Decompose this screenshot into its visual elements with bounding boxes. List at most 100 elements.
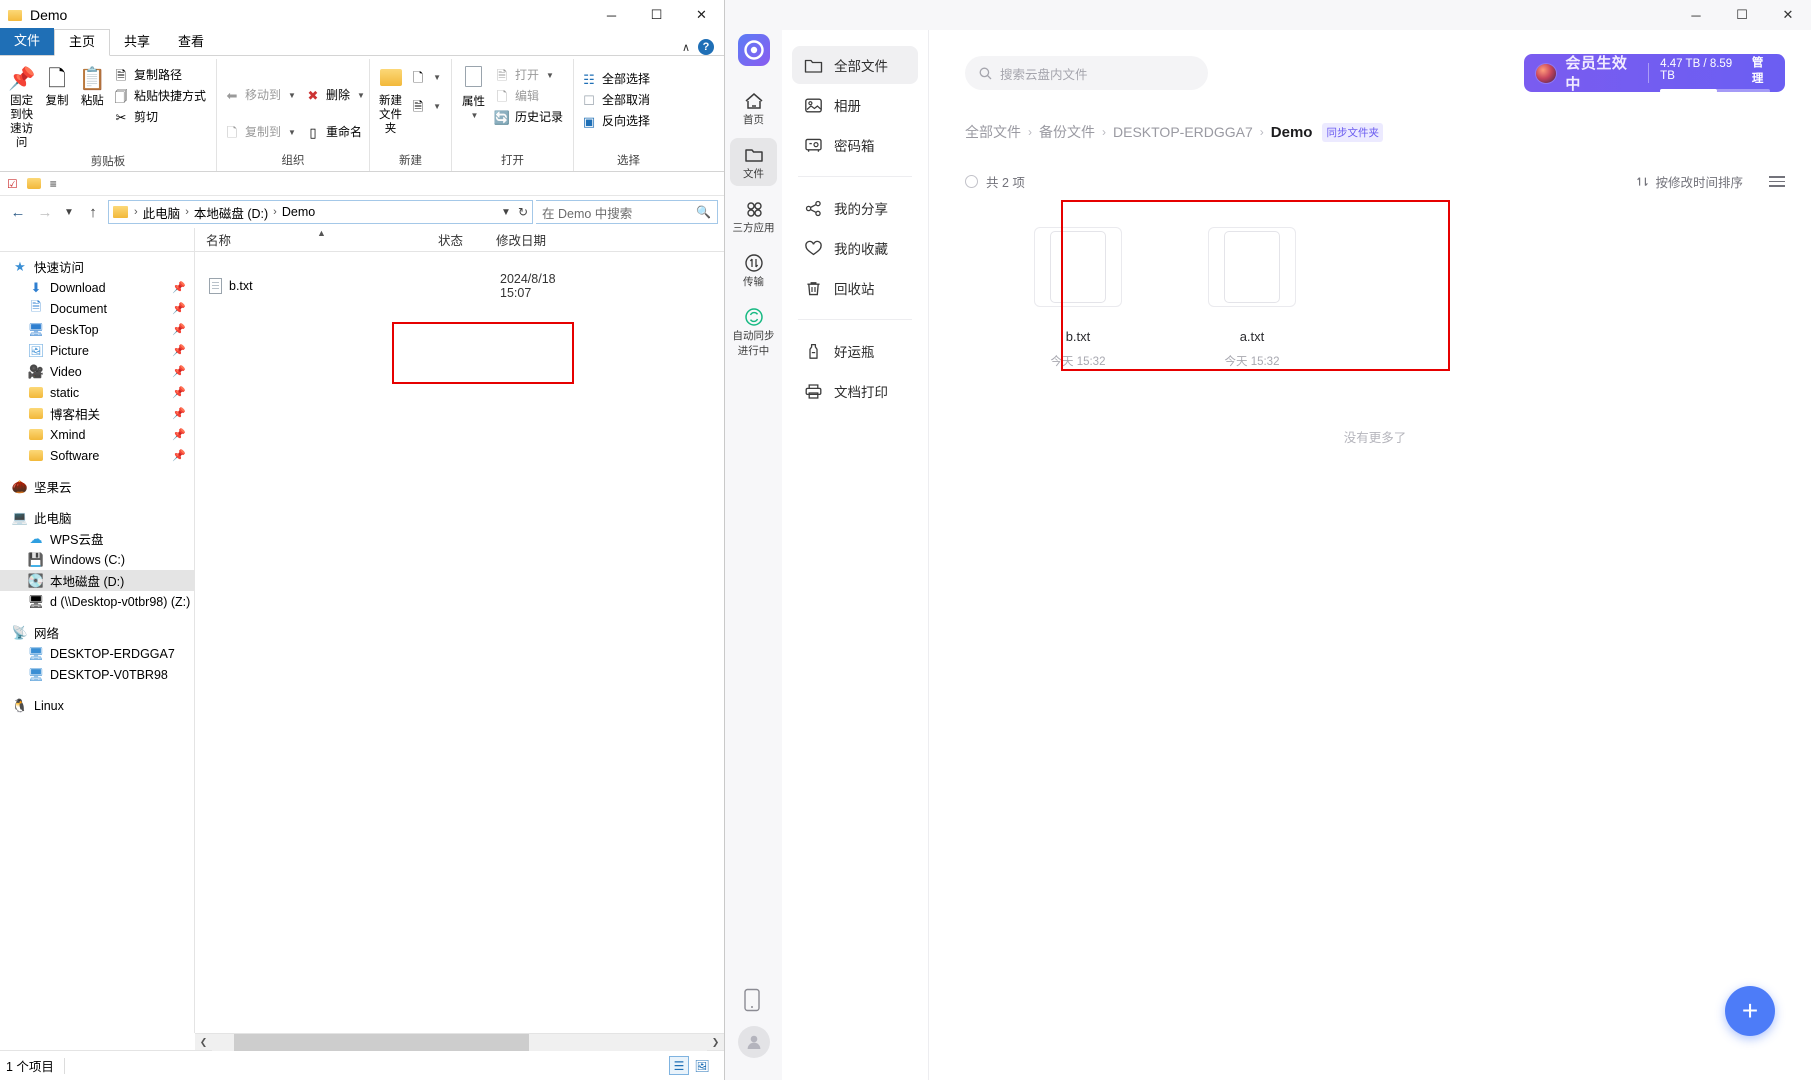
- close-button[interactable]: ✕: [679, 0, 724, 30]
- up-button[interactable]: ↑: [81, 200, 105, 224]
- maximize-button[interactable]: ☐: [634, 0, 679, 30]
- help-icon[interactable]: ?: [698, 39, 714, 55]
- rail-item-transfer[interactable]: 传输: [730, 246, 777, 294]
- tab-file[interactable]: 文件: [0, 28, 55, 55]
- chevron-up-icon[interactable]: ∧: [682, 41, 690, 54]
- tree-item-network[interactable]: 📡 网络: [0, 622, 194, 643]
- cloud-minimize-button[interactable]: ─: [1673, 0, 1719, 30]
- avatar[interactable]: [737, 1026, 770, 1058]
- file-tile[interactable]: a.txt 今天 15:32: [1187, 227, 1317, 369]
- tree-item-download[interactable]: ⬇ Download 📌: [0, 277, 194, 298]
- tree-item-static[interactable]: static 📌: [0, 382, 194, 403]
- pin-icon[interactable]: 📌: [172, 407, 186, 420]
- scroll-left-icon[interactable]: ❮: [195, 1037, 212, 1048]
- pin-icon[interactable]: 📌: [172, 386, 186, 399]
- column-header-name[interactable]: 名称: [195, 228, 427, 251]
- sidebar-item-my-shares[interactable]: 我的分享: [792, 189, 918, 227]
- easy-access-button[interactable]: 🗎 ▼: [407, 96, 447, 117]
- back-button[interactable]: ←: [6, 200, 30, 224]
- tree-item-blog[interactable]: 博客相关 📌: [0, 403, 194, 424]
- pin-icon[interactable]: 📌: [172, 281, 186, 294]
- invert-selection-button[interactable]: ▣ 反向选择: [578, 111, 656, 132]
- pin-icon[interactable]: 📌: [172, 344, 186, 357]
- sidebar-item-favorites[interactable]: 我的收藏: [792, 229, 918, 267]
- pin-icon[interactable]: 📌: [172, 302, 186, 315]
- refresh-icon[interactable]: ↻: [518, 205, 528, 219]
- breadcrumb-backup-files[interactable]: 备份文件: [1039, 122, 1095, 142]
- breadcrumb-all-files[interactable]: 全部文件: [965, 122, 1021, 142]
- rail-item-files[interactable]: 文件: [730, 138, 777, 186]
- pin-icon[interactable]: 📌: [172, 323, 186, 336]
- scroll-right-icon[interactable]: ❯: [707, 1037, 724, 1048]
- tree-item-picture[interactable]: 🖼 Picture 📌: [0, 340, 194, 361]
- paste-button[interactable]: 📋 粘贴: [75, 63, 110, 111]
- forward-button[interactable]: →: [33, 200, 57, 224]
- cloud-maximize-button[interactable]: ☐: [1719, 0, 1765, 30]
- cut-button[interactable]: ✂ 剪切: [110, 107, 212, 128]
- horizontal-scrollbar[interactable]: ❮ ❯: [195, 1033, 724, 1051]
- new-item-button[interactable]: 🗋 ▼: [407, 67, 447, 88]
- tree-item-network-drive-z[interactable]: 🖥 d (\\Desktop-v0tbr98) (Z:): [0, 591, 194, 612]
- tree-item-quick-access[interactable]: ★ 快速访问: [0, 256, 194, 277]
- tree-item-video[interactable]: 🎥 Video 📌: [0, 361, 194, 382]
- select-all-checkbox[interactable]: [965, 175, 978, 188]
- tab-home[interactable]: 主页: [54, 29, 111, 56]
- tree-item-local-disk-d[interactable]: 💽 本地磁盘 (D:): [0, 570, 194, 591]
- tab-view[interactable]: 查看: [164, 30, 218, 55]
- tree-item-linux[interactable]: 🐧 Linux: [0, 695, 194, 716]
- breadcrumb-address[interactable]: › 此电脑 › 本地磁盘 (D:) › Demo ▼ ↻: [108, 200, 533, 224]
- move-to-button[interactable]: ⬅ 移动到 ▼: [221, 85, 302, 106]
- tree-item-software[interactable]: Software 📌: [0, 445, 194, 466]
- breadcrumb-demo[interactable]: Demo: [279, 205, 318, 219]
- view-mode-toggle-icon[interactable]: [1769, 176, 1785, 187]
- column-header-modified[interactable]: 修改日期: [485, 228, 625, 251]
- large-icons-view-button[interactable]: 🖼: [692, 1056, 712, 1075]
- copy-to-button[interactable]: 🗋 复制到 ▼: [221, 122, 302, 143]
- paste-shortcut-button[interactable]: 🗍 粘贴快捷方式: [110, 86, 212, 107]
- search-input[interactable]: 搜索云盘内文件: [965, 56, 1208, 90]
- sidebar-item-all-files[interactable]: 全部文件: [792, 46, 918, 84]
- breadcrumb-this-pc[interactable]: 此电脑: [140, 203, 184, 222]
- sort-button[interactable]: 按修改时间排序: [1636, 172, 1743, 191]
- sidebar-item-password-box[interactable]: 密码箱: [792, 126, 918, 164]
- chevron-down-icon[interactable]: ▼: [501, 207, 511, 218]
- pin-icon[interactable]: 📌: [172, 428, 186, 441]
- tab-share[interactable]: 共享: [110, 30, 164, 55]
- details-view-button[interactable]: ☰: [669, 1056, 689, 1075]
- tree-item-nutstore[interactable]: 🌰 坚果云: [0, 476, 194, 497]
- tree-item-windows-c[interactable]: 💾 Windows (C:): [0, 549, 194, 570]
- tree-item-document[interactable]: 🗎 Document 📌: [0, 298, 194, 319]
- minimize-button[interactable]: ─: [589, 0, 634, 30]
- pin-icon[interactable]: 📌: [172, 365, 186, 378]
- sidebar-item-document-print[interactable]: 文档打印: [792, 372, 918, 410]
- membership-badge[interactable]: 会员生效中 4.47 TB / 8.59 TB 管理: [1524, 54, 1785, 93]
- breadcrumb-desktop-erdgga7[interactable]: DESKTOP-ERDGGA7: [1113, 124, 1253, 140]
- manage-storage-button[interactable]: 管理: [1752, 54, 1773, 86]
- delete-button[interactable]: ✖ 删除 ▼: [302, 85, 371, 106]
- sidebar-item-lucky-bottle[interactable]: 好运瓶: [792, 332, 918, 370]
- rail-item-third-party-apps[interactable]: 三方应用: [730, 192, 777, 240]
- pin-icon[interactable]: 📌: [172, 449, 186, 462]
- tree-item-desktop-erdgga7[interactable]: 🖥 DESKTOP-ERDGGA7: [0, 643, 194, 664]
- copy-path-button[interactable]: 🗎 复制路径: [110, 65, 212, 86]
- select-all-button[interactable]: ☷ 全部选择: [578, 69, 656, 90]
- file-list[interactable]: b.txt 2024/8/18 15:07: [195, 252, 724, 1033]
- file-tile[interactable]: b.txt 今天 15:32: [1013, 227, 1143, 369]
- search-input[interactable]: 在 Demo 中搜索 🔍: [536, 200, 718, 224]
- tree-item-wps-cloud[interactable]: ☁ WPS云盘: [0, 528, 194, 549]
- new-folder-button[interactable]: 新建 文件夹: [374, 63, 407, 139]
- sidebar-item-recycle-bin[interactable]: 回收站: [792, 269, 918, 307]
- recent-locations-icon[interactable]: ▼: [60, 207, 78, 218]
- mobile-phone-icon[interactable]: [743, 988, 765, 1012]
- properties-button[interactable]: 属性 ▼: [456, 63, 491, 126]
- tree-item-xmind[interactable]: Xmind 📌: [0, 424, 194, 445]
- rename-button[interactable]: ▯ 重命名: [302, 122, 371, 143]
- new-folder-quick-icon[interactable]: [26, 178, 41, 189]
- edit-button[interactable]: 🗋 编辑: [491, 86, 569, 107]
- tree-item-desktop-v0tbr98[interactable]: 🖥 DESKTOP-V0TBR98: [0, 664, 194, 685]
- tree-item-desktop[interactable]: 🖥 DeskTop 📌: [0, 319, 194, 340]
- column-header-status[interactable]: 状态: [427, 228, 485, 251]
- sidebar-item-album[interactable]: 相册: [792, 86, 918, 124]
- open-button[interactable]: 🗎 打开 ▼: [491, 65, 569, 86]
- select-none-button[interactable]: ☐ 全部取消: [578, 90, 656, 111]
